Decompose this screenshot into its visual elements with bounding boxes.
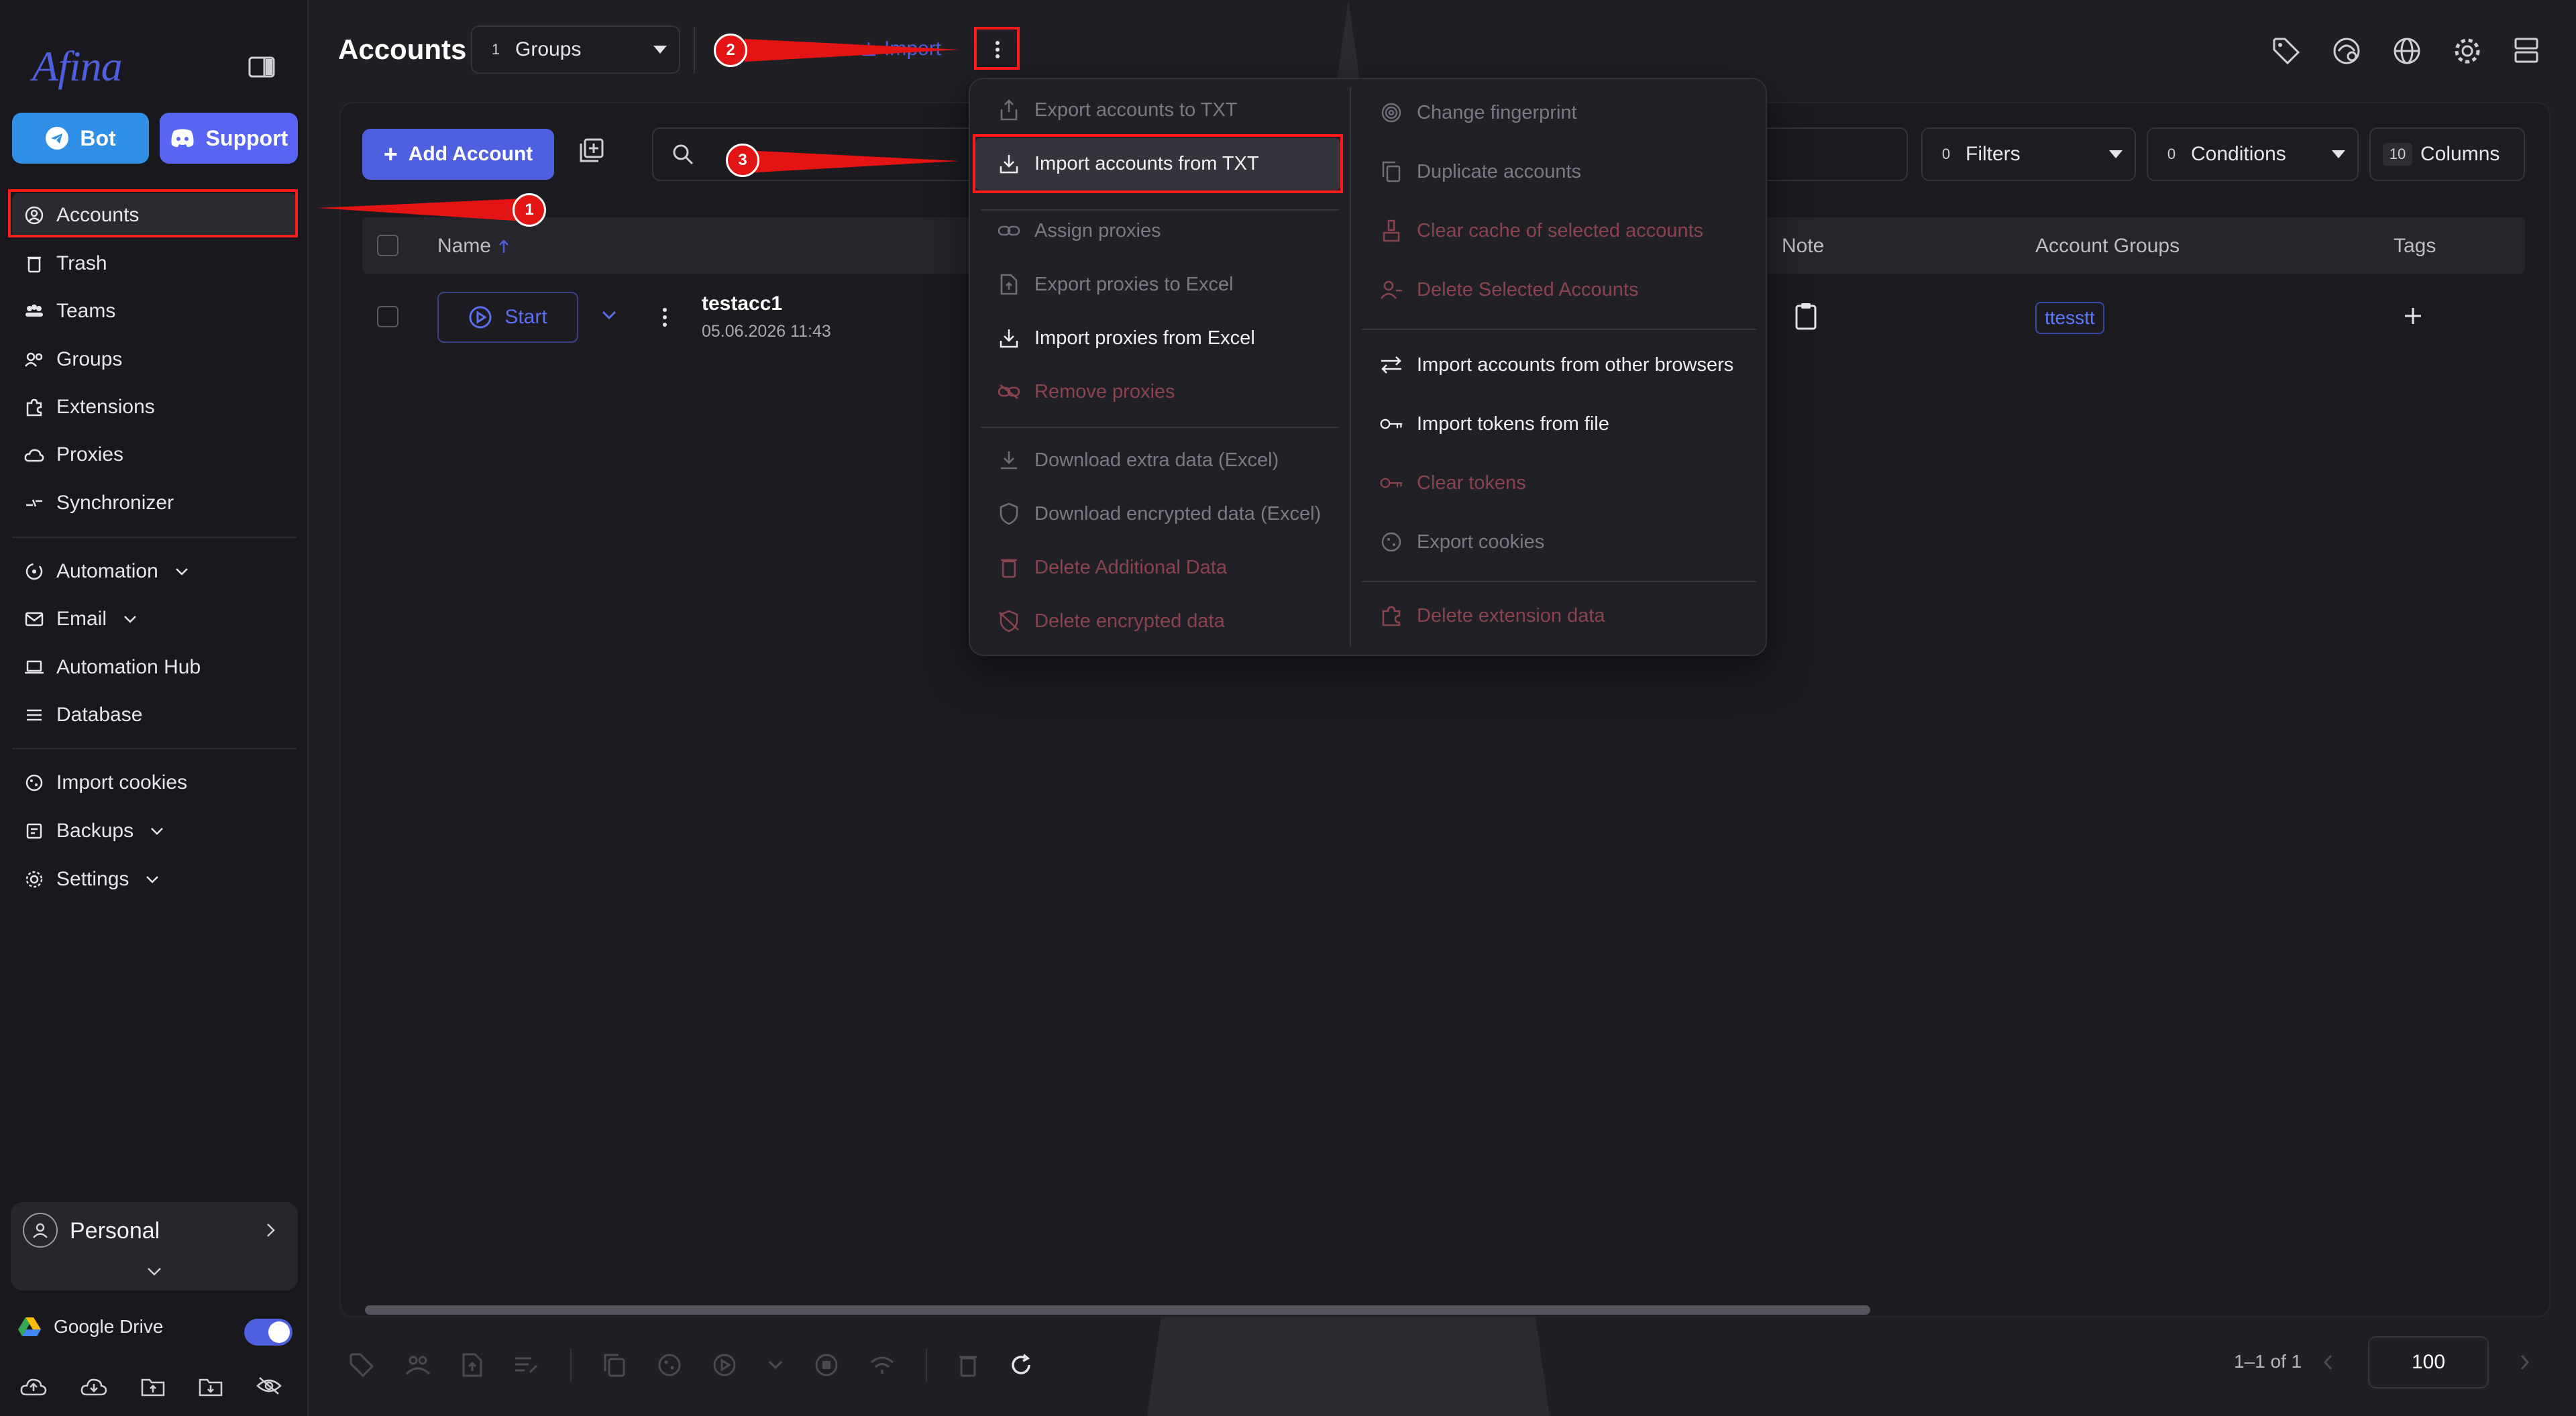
annotation-arrows [318,39,959,221]
annotation-marker-1: 1 [513,193,546,227]
annotation-marker-3: 3 [726,144,759,177]
annotation-marker-2: 2 [714,34,747,67]
